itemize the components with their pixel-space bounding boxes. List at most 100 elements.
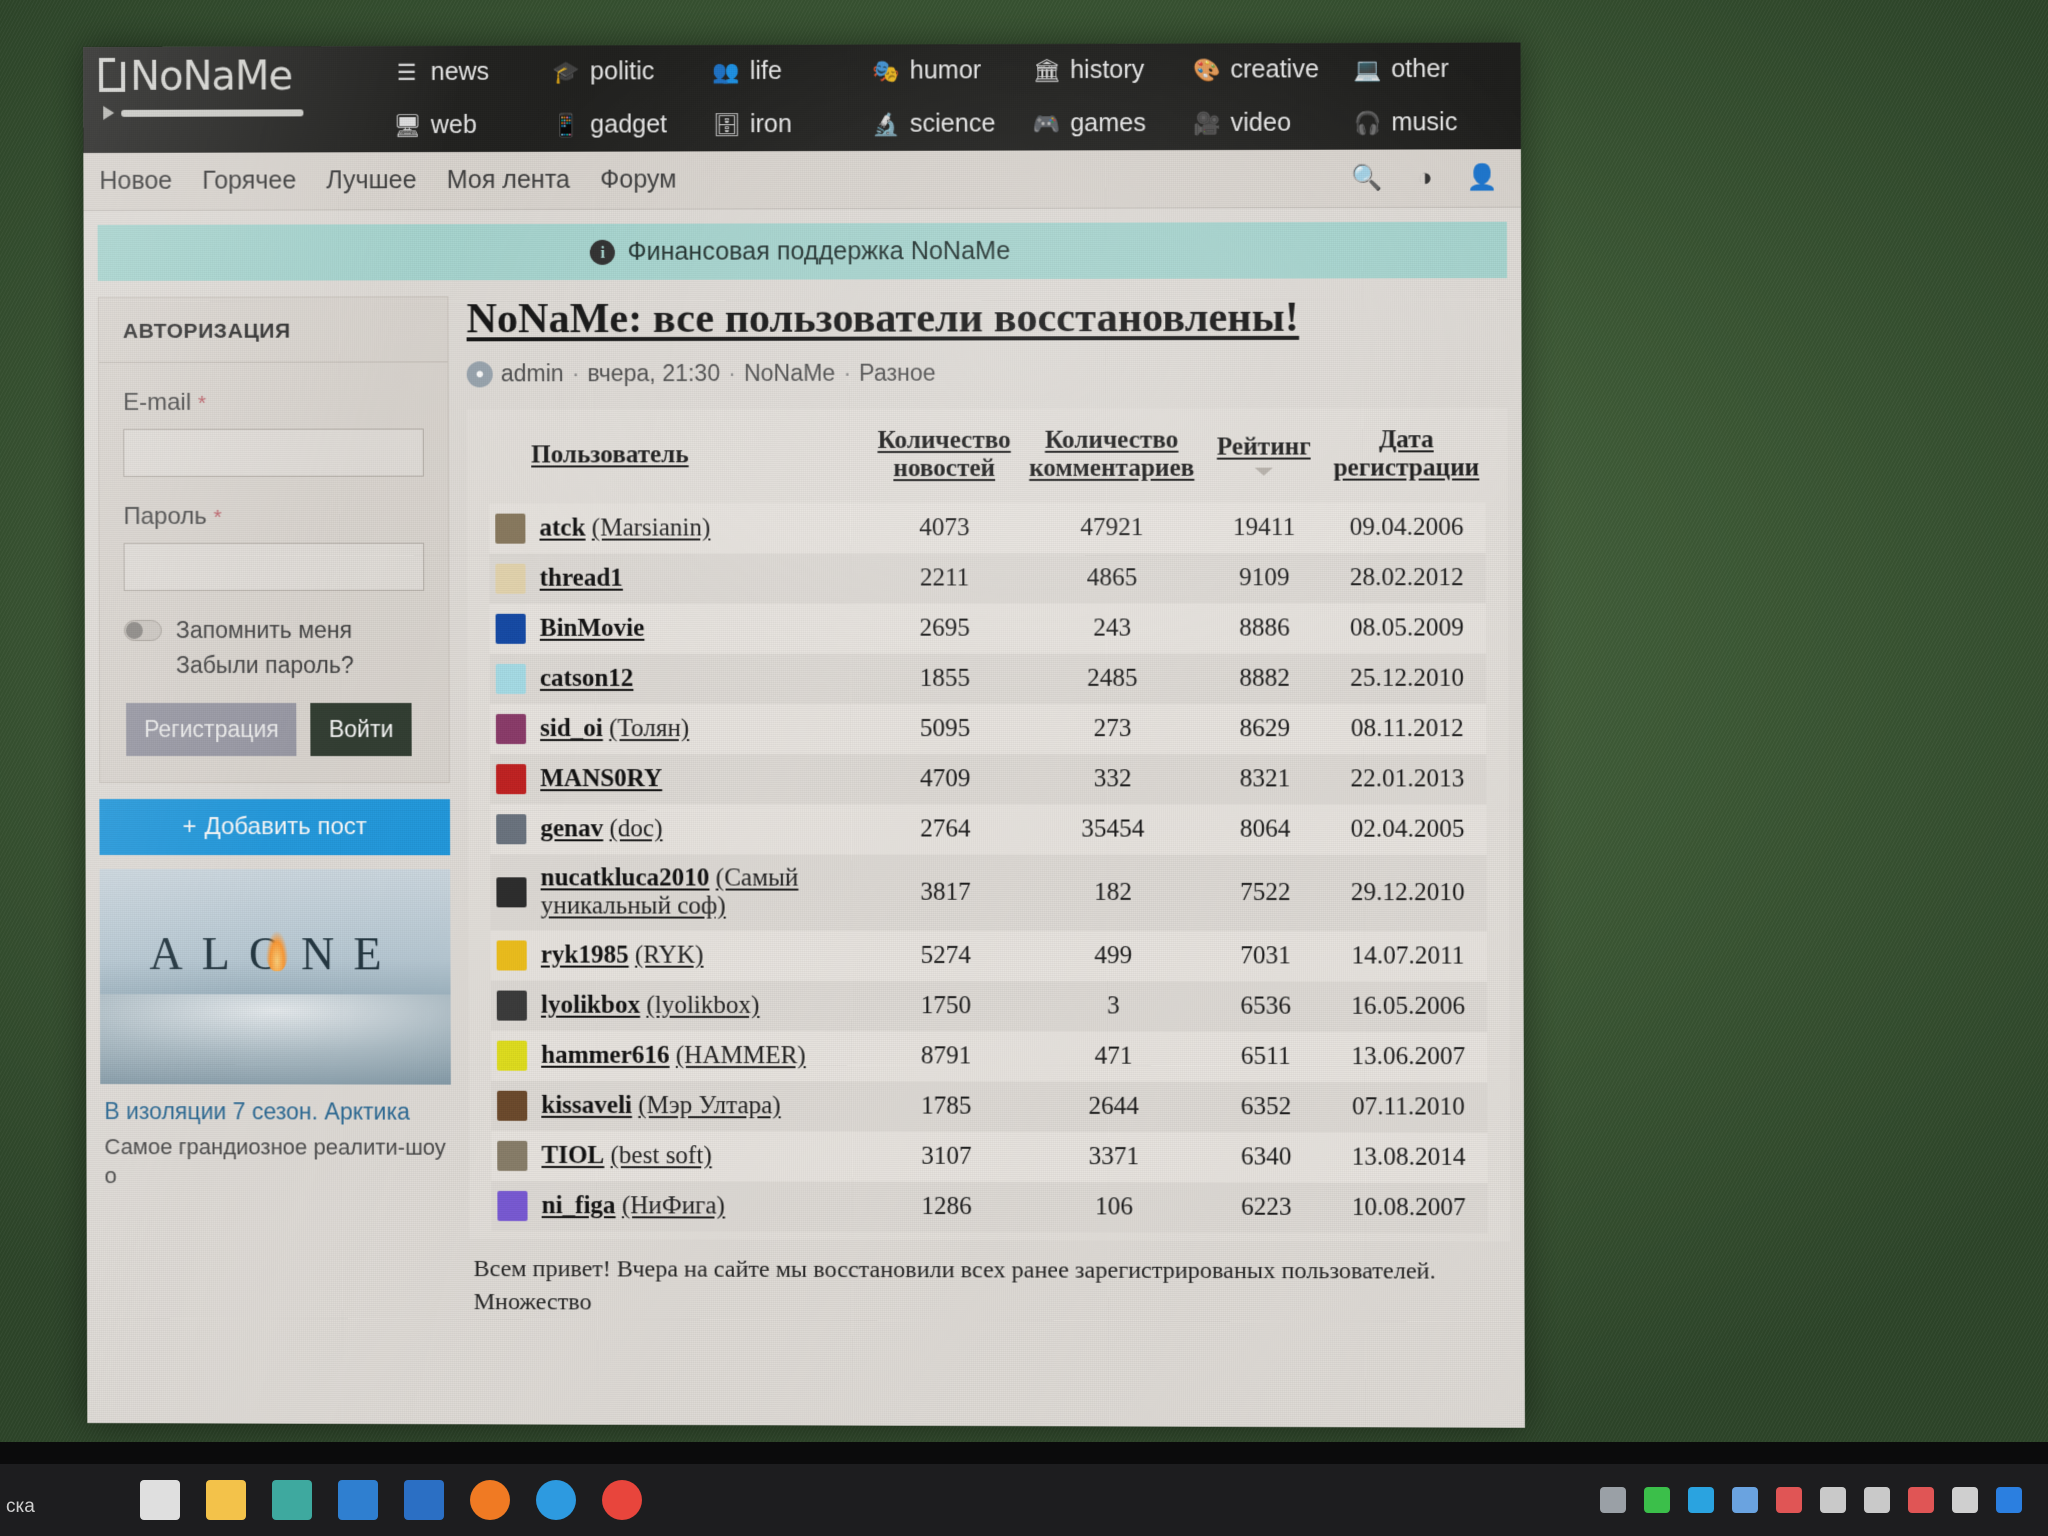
page-title[interactable]: NoNaMe: все пользователи восстановлены! xyxy=(466,294,1507,343)
article-category[interactable]: Разное xyxy=(859,360,936,387)
site-brand[interactable]: NoNaMe xyxy=(99,46,390,153)
table-row[interactable]: lyolikbox (lyolikbox) 1750 3 6536 16.05.2006 xyxy=(490,980,1488,1033)
nav-item-video[interactable]: 🎥 video xyxy=(1189,108,1350,138)
user-alias[interactable]: (best soft) xyxy=(610,1142,711,1169)
table-row[interactable]: ni_figa (НиФига) 1286 106 6223 10.08.2007 xyxy=(491,1181,1488,1234)
user-link[interactable]: atck xyxy=(539,515,585,542)
file-explorer-icon[interactable] xyxy=(206,1480,246,1520)
user-link[interactable]: hammer616 xyxy=(541,1042,669,1069)
column-header-news-count[interactable]: Количество новостей xyxy=(865,411,1023,504)
battery-icon[interactable] xyxy=(1820,1487,1846,1513)
table-row[interactable]: atck (Marsianin) 4073 47921 19411 09.04.2006 xyxy=(489,502,1486,554)
nav-item-gadget[interactable]: 📱 gadget xyxy=(549,110,709,140)
task-view-icon[interactable] xyxy=(140,1480,180,1520)
subnav-item-my-feed[interactable]: Моя лента xyxy=(447,166,570,195)
table-row[interactable]: BinMovie 2695 243 8886 08.05.2009 xyxy=(489,603,1486,655)
user-alias[interactable]: (RYK) xyxy=(635,942,704,969)
table-row[interactable]: MANS0RY 4709 332 8321 22.01.2013 xyxy=(489,754,1487,805)
sync-icon[interactable] xyxy=(1732,1487,1758,1513)
user-alias[interactable]: (Marsianin) xyxy=(592,515,711,542)
article-author[interactable]: admin xyxy=(501,360,564,387)
user-alias[interactable]: (Толян) xyxy=(609,715,689,742)
mail-icon[interactable] xyxy=(404,1480,444,1520)
register-button[interactable]: Регистрация xyxy=(126,702,297,757)
volume-icon[interactable] xyxy=(1864,1487,1890,1513)
user-link[interactable]: lyolikbox xyxy=(541,992,640,1019)
account-icon[interactable]: 👤 xyxy=(1467,163,1499,192)
calendar-icon[interactable] xyxy=(338,1480,378,1520)
notification-icon[interactable] xyxy=(1908,1487,1934,1513)
column-header-comments-count[interactable]: Количество комментариев xyxy=(1023,411,1201,504)
password-field[interactable] xyxy=(123,542,425,591)
user-alias[interactable]: (HAMMER) xyxy=(676,1042,806,1069)
nav-item-iron[interactable]: 🗄 iron xyxy=(709,110,869,140)
nav-item-politic[interactable]: 🎓 politic xyxy=(549,57,709,87)
article-section[interactable]: NoNaMe xyxy=(744,360,835,387)
table-row[interactable]: nucatkluca2010 (Самый уникальный соф) 381… xyxy=(490,854,1487,932)
taskbar-search-label[interactable]: ска xyxy=(0,1496,35,1518)
cloud-icon[interactable] xyxy=(1952,1487,1978,1513)
telegram-icon[interactable] xyxy=(1688,1487,1714,1513)
promo-title[interactable]: В изоляции 7 сезон. Арктика xyxy=(100,1098,451,1126)
user-link[interactable]: TIOL xyxy=(541,1142,604,1169)
support-banner[interactable]: i Финансовая поддержка NoNaMe xyxy=(97,221,1508,281)
user-alias[interactable]: (doc) xyxy=(609,815,662,842)
nav-item-news[interactable]: ☰ news xyxy=(389,58,548,88)
subnav-item-new[interactable]: Новое xyxy=(99,167,172,196)
table-row[interactable]: catson12 1855 2485 8882 25.12.2010 xyxy=(489,653,1487,705)
table-row[interactable]: kissaveli (Мэр Ултара) 1785 2644 6352 07.11.… xyxy=(490,1080,1488,1133)
table-row[interactable]: thread1 2211 4865 9109 28.02.2012 xyxy=(489,553,1486,604)
remember-me-row[interactable]: Запомнить меня xyxy=(123,617,425,644)
column-header-user[interactable]: Пользователь xyxy=(489,411,866,504)
antivirus-icon[interactable] xyxy=(1776,1487,1802,1513)
column-header-registration-date[interactable]: Дата регистрации xyxy=(1327,410,1485,503)
subnav-item-best[interactable]: Лучшее xyxy=(326,166,416,195)
contrast-icon[interactable]: ◑ xyxy=(1417,164,1432,193)
table-row[interactable]: TIOL (best soft) 3107 3371 6340 13.08.2014 xyxy=(491,1130,1488,1184)
chrome-icon[interactable] xyxy=(602,1480,642,1520)
user-link[interactable]: ryk1985 xyxy=(541,942,629,969)
user-alias[interactable]: (НиФига) xyxy=(622,1192,725,1219)
calculator-icon[interactable] xyxy=(272,1480,312,1520)
firefox-icon[interactable] xyxy=(470,1480,510,1520)
column-header-rating[interactable]: Рейтинг xyxy=(1200,410,1327,503)
subnav-item-forum[interactable]: Форум xyxy=(600,165,676,194)
login-button[interactable]: Войти xyxy=(310,702,412,757)
user-link[interactable]: kissaveli xyxy=(541,1092,632,1119)
table-row[interactable]: ryk1985 (RYK) 5274 499 7031 14.07.2011 xyxy=(490,930,1488,982)
nav-item-games[interactable]: 🎮 games xyxy=(1029,109,1189,139)
nav-item-life[interactable]: 👥 life xyxy=(709,57,869,87)
user-link[interactable]: ni_figa xyxy=(542,1192,616,1219)
nav-item-web[interactable]: 🖥 web xyxy=(390,111,549,140)
table-row[interactable]: genav (doc) 2764 35454 8064 02.04.2005 xyxy=(490,804,1487,856)
nav-label: humor xyxy=(909,56,982,85)
nav-item-music[interactable]: 🎧 music xyxy=(1350,108,1511,138)
table-row[interactable]: sid_oi (Толян) 5095 273 8629 08.11.2012 xyxy=(489,704,1487,755)
user-link[interactable]: catson12 xyxy=(540,665,634,692)
table-row[interactable]: hammer616 (HAMMER) 8791 471 6511 13.06.2007 xyxy=(490,1030,1488,1083)
network-icon[interactable] xyxy=(1600,1487,1626,1513)
nav-item-history[interactable]: 🏛 history xyxy=(1029,56,1189,86)
search-icon[interactable]: 🔍 xyxy=(1351,164,1383,193)
remember-me-toggle[interactable] xyxy=(123,619,162,641)
user-link[interactable]: BinMovie xyxy=(540,615,645,642)
forgot-password-link[interactable]: Забыли пароль? xyxy=(176,652,425,679)
user-link[interactable]: genav xyxy=(540,815,603,842)
subnav-item-hot[interactable]: Горячее xyxy=(202,166,296,195)
promo-block[interactable]: ALONE В изоляции 7 сезон. Арктика Самое … xyxy=(99,869,452,1191)
user-link[interactable]: MANS0RY xyxy=(540,765,662,792)
user-link[interactable]: sid_oi xyxy=(540,715,603,742)
user-link[interactable]: nucatkluca2010 xyxy=(541,865,710,892)
edge-icon[interactable] xyxy=(536,1480,576,1520)
nav-item-creative[interactable]: 🎨 creative xyxy=(1189,55,1350,85)
nav-item-science[interactable]: 🔬 science xyxy=(869,109,1029,139)
nav-item-other[interactable]: 💻 other xyxy=(1350,55,1511,85)
user-alias[interactable]: (Мэр Ултара) xyxy=(638,1092,781,1119)
bluetooth-icon[interactable] xyxy=(1996,1487,2022,1513)
email-field[interactable] xyxy=(123,428,424,477)
user-link[interactable]: thread1 xyxy=(540,565,623,592)
add-post-button[interactable]: + Добавить пост xyxy=(99,799,451,856)
nav-item-humor[interactable]: 🎭 humor xyxy=(868,56,1028,86)
shield-icon[interactable] xyxy=(1644,1487,1670,1513)
user-alias[interactable]: (lyolikbox) xyxy=(646,992,759,1019)
